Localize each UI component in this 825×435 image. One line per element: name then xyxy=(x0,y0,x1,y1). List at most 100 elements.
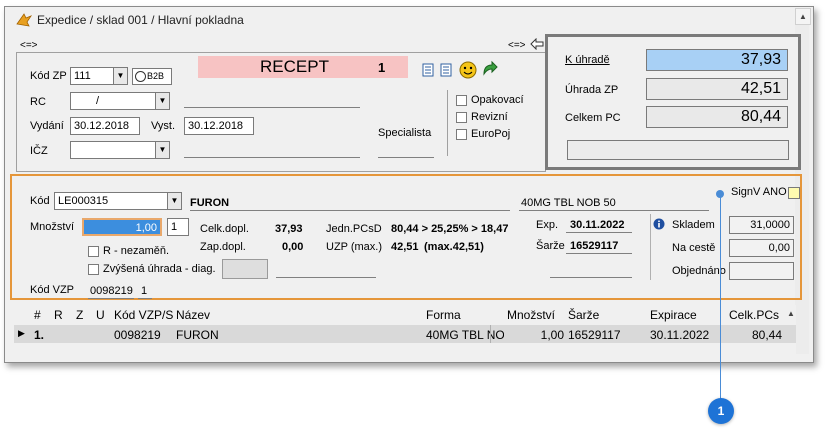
chevron-down-icon[interactable]: ▼ xyxy=(113,68,127,84)
objednano-label: Objednáno xyxy=(672,265,726,277)
row-forma: 40MG TBL NO xyxy=(426,328,504,342)
nav-arrows-right[interactable]: <=> xyxy=(508,40,526,51)
skladem-value: 31,0000 xyxy=(729,216,794,234)
exp-underline xyxy=(566,231,632,233)
europoj-label: EuroPoj xyxy=(471,128,511,140)
table-row[interactable]: ▶ 1. 0098219 FURON 40MG TBL NO 1,00 1652… xyxy=(14,325,796,343)
b2b-label: B2B xyxy=(147,71,165,81)
na-ceste-value: 0,00 xyxy=(729,239,794,257)
vyst-label: Vyst. xyxy=(151,120,176,132)
revizni-checkbox[interactable] xyxy=(456,112,467,123)
kod-vzp-value: 0098219 xyxy=(90,285,133,297)
col-celk[interactable]: Celk.PCs xyxy=(729,308,779,322)
info-icon[interactable] xyxy=(653,218,665,230)
smiley-icon[interactable] xyxy=(458,60,478,80)
chevron-down-icon[interactable]: ▼ xyxy=(155,142,169,158)
rc-value: / xyxy=(96,95,100,107)
document-icon[interactable] xyxy=(422,63,434,77)
col-num[interactable]: # xyxy=(34,308,41,322)
kod-vzp-underline xyxy=(88,297,134,299)
signv-label: SignV ANO xyxy=(731,186,787,198)
specialista-label: Specialista xyxy=(378,127,432,139)
opakovaci-label: Opakovací xyxy=(471,94,524,106)
kod-zp-select[interactable]: 111 ▼ xyxy=(70,67,128,85)
callout-line xyxy=(720,194,721,399)
zap-dopl-value: 0,00 xyxy=(282,241,304,253)
icz-underline xyxy=(184,156,360,158)
uzp-label: UZP (max.) xyxy=(326,241,383,253)
col-z[interactable]: Z xyxy=(76,308,83,322)
vydani-input[interactable]: 30.12.2018 xyxy=(70,117,140,135)
zvysena-uhrada-label: Zvýšená úhrada - diag. xyxy=(103,263,216,275)
row-nazev: FURON xyxy=(176,328,219,342)
opakovaci-checkbox[interactable] xyxy=(456,95,467,106)
col-expirace[interactable]: Expirace xyxy=(650,308,697,322)
chevron-down-icon[interactable]: ▼ xyxy=(155,93,169,109)
summary-note-field[interactable] xyxy=(567,140,789,160)
objednano-value xyxy=(729,262,794,280)
col-nazev[interactable]: Název xyxy=(176,308,210,322)
na-ceste-label: Na cestě xyxy=(672,242,716,254)
sarze-underline xyxy=(566,252,632,254)
back-arrow-icon[interactable] xyxy=(530,38,544,50)
jedn-pcsd-label: Jedn.PCsD xyxy=(326,223,382,235)
k-uhrade-value: 37,93 xyxy=(646,49,788,71)
col-u[interactable]: U xyxy=(96,308,105,322)
exp-label: Exp. xyxy=(536,219,559,231)
uzp-max: (max.42,51) xyxy=(424,241,484,253)
row-celk: 80,44 xyxy=(751,328,782,342)
celk-dopl-value: 37,93 xyxy=(275,223,303,235)
specialista-underline xyxy=(378,156,434,158)
zvysena-uhrada-checkbox[interactable] xyxy=(88,264,99,275)
uzp-value: 42,51 xyxy=(391,241,419,253)
grid-header: # R Z U Kód VZP/S Název Forma Množství Š… xyxy=(14,305,796,325)
nav-arrows-left[interactable]: <=> xyxy=(20,40,38,51)
row-sarze: 16529117 xyxy=(568,328,621,342)
scroll-up-button[interactable]: ▲ xyxy=(795,8,811,25)
divider xyxy=(447,90,448,156)
document-list-icon[interactable] xyxy=(440,63,452,77)
col-mnozstvi[interactable]: Množství xyxy=(507,308,555,322)
celkem-pc-value: 80,44 xyxy=(646,106,788,128)
uhrada-zp-value: 42,51 xyxy=(646,78,788,100)
jedn-pcsd-value: 80,44 > 25,25% > 18,47 xyxy=(391,223,509,235)
col-r[interactable]: R xyxy=(54,308,63,322)
mnozstvi-unit-input[interactable]: 1 xyxy=(167,218,189,236)
b2b-toggle[interactable]: B2B xyxy=(132,68,172,85)
vydani-label: Vydání xyxy=(30,120,64,132)
rc-select[interactable]: / ▼ xyxy=(70,92,170,110)
chevron-down-icon[interactable]: ▼ xyxy=(167,193,181,209)
kod-select[interactable]: LE000315 ▼ xyxy=(54,192,182,210)
col-kod-vzp[interactable]: Kód VZP/S xyxy=(114,308,173,322)
rc-underline xyxy=(184,106,360,108)
skladem-label: Skladem xyxy=(672,219,715,231)
scroll-up-icon[interactable]: ▲ xyxy=(786,307,796,321)
mnozstvi-input[interactable]: 1,00 xyxy=(82,218,162,236)
zap-dopl-label: Zap.dopl. xyxy=(200,241,246,253)
row-pointer-icon: ▶ xyxy=(18,328,25,338)
item-name: FURON xyxy=(190,197,230,209)
r-nezamen-checkbox[interactable] xyxy=(88,246,99,257)
grid-empty-area xyxy=(14,343,796,357)
col-forma[interactable]: Forma xyxy=(426,308,461,322)
diagnosis-field[interactable] xyxy=(222,259,268,279)
europoj-checkbox[interactable] xyxy=(456,129,467,140)
app-icon xyxy=(16,13,33,27)
sarze-value: 16529117 xyxy=(570,240,619,252)
mnozstvi-label: Množství xyxy=(30,221,75,233)
row-num: 1. xyxy=(34,328,45,342)
uhrada-zp-label: Úhrada ZP xyxy=(565,84,619,96)
recept-number: 1 xyxy=(378,60,386,75)
recept-title: RECEPT xyxy=(260,57,329,76)
r-nezamen-label: R - nezaměň. xyxy=(103,245,170,257)
kod-value: LE000315 xyxy=(58,195,109,207)
col-sarze[interactable]: Šarže xyxy=(568,308,599,322)
window-title: Expedice / sklad 001 / Hlavní pokladna xyxy=(37,13,244,27)
icz-select[interactable]: ▼ xyxy=(70,141,170,159)
kod-vzp-suffix: 1 xyxy=(141,285,148,297)
kod-label: Kód xyxy=(30,195,50,207)
row-mnozstvi: 1,00 xyxy=(540,328,564,342)
kod-vzp-suffix-underline xyxy=(138,297,152,299)
refresh-arrow-icon[interactable] xyxy=(480,60,498,78)
vyst-input[interactable]: 30.12.2018 xyxy=(184,117,254,135)
